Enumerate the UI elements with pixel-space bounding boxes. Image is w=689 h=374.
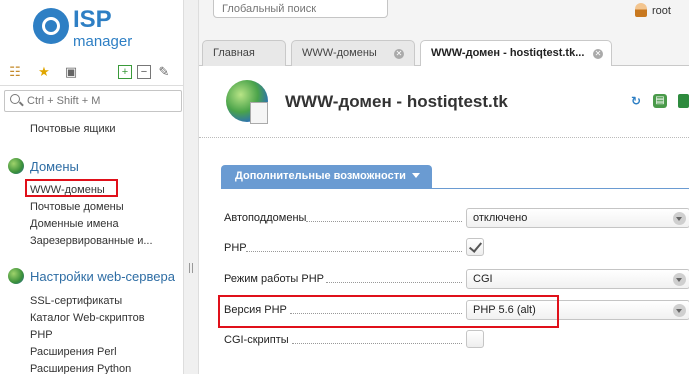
sidebar-item-mailboxes[interactable]: Почтовые ящики — [30, 123, 116, 135]
logo-product: manager — [73, 33, 133, 50]
user-menu[interactable]: root — [635, 3, 671, 17]
globe-icon — [8, 158, 24, 174]
php-mode-label: Режим работы PHP — [224, 273, 324, 285]
sidebar-item-domain-names[interactable]: Доменные имена — [30, 218, 119, 230]
dotted-leader — [246, 251, 462, 252]
sidebar-item-reserved[interactable]: Зарезервированные и... — [30, 235, 153, 247]
php-mode-select[interactable]: CGI — [466, 269, 689, 289]
autosubdomains-value: отключено — [473, 212, 528, 224]
menu-search-input[interactable] — [27, 94, 177, 108]
sidebar-item-ssl[interactable]: SSL-сертификаты — [30, 295, 122, 307]
dotted-leader — [326, 282, 462, 283]
user-name: root — [652, 5, 671, 17]
menu-search — [4, 90, 182, 112]
logo-icon — [33, 8, 69, 44]
sidebar-nav: Почтовые ящики Домены WWW-домены Почтовы… — [0, 118, 183, 374]
favorites-star-icon[interactable]: ★ — [37, 65, 51, 79]
chevron-down-icon — [673, 304, 686, 317]
collapse-all-icon[interactable]: − — [137, 65, 151, 79]
sidebar-splitter[interactable] — [183, 0, 199, 374]
row-autosubdomains: Автоподдомены отключено — [224, 208, 689, 230]
topbar: root — [199, 0, 689, 36]
selection-highlight — [25, 179, 118, 197]
sidebar-item-perl[interactable]: Расширения Perl — [30, 346, 117, 358]
autosubdomains-label: Автоподдомены — [224, 212, 307, 224]
pin-icon[interactable]: ✎ — [157, 65, 171, 79]
tab-www-domain-detail[interactable]: WWW-домен - hostiqtest.tk... ✕ — [420, 40, 612, 67]
cgi-label: CGI-скрипты — [224, 334, 289, 346]
sidebar-item-php[interactable]: PHP — [30, 329, 53, 341]
cgi-checkbox[interactable] — [466, 330, 484, 348]
row-php-mode: Режим работы PHP CGI — [224, 269, 689, 291]
php-checkbox[interactable] — [466, 238, 484, 256]
tab-www-domains[interactable]: WWW-домены ✕ — [291, 40, 415, 66]
autosubdomains-select[interactable]: отключено — [466, 208, 689, 228]
row-php: PHP — [224, 238, 689, 260]
logo[interactable]: ISP manager — [33, 6, 153, 50]
php-label: PHP — [224, 242, 247, 254]
search-icon — [10, 94, 20, 104]
dotted-leader — [292, 343, 462, 344]
global-search-input[interactable] — [222, 2, 382, 16]
app-window: ISP manager ☷ ★ ▣ + − ✎ Почтовые ящики Д… — [0, 0, 689, 374]
close-icon[interactable]: ✕ — [394, 49, 404, 59]
chevron-down-icon — [673, 212, 686, 225]
sidebar-group-label: Настройки web-сервера — [30, 269, 175, 284]
sidebar-item-mail-domains[interactable]: Почтовые домены — [30, 201, 124, 213]
hidden-row-top — [199, 126, 689, 138]
sidebar-item-python[interactable]: Расширения Python — [30, 363, 131, 374]
section-label: Дополнительные возможности — [235, 170, 406, 182]
briefcase-icon[interactable]: ▣ — [64, 65, 78, 79]
section-divider — [221, 188, 689, 189]
splitter-grip-icon — [189, 263, 193, 273]
refresh-icon[interactable]: ↻ — [629, 94, 643, 108]
sidebar-toolbar: ☷ ★ ▣ + − ✎ — [0, 58, 183, 86]
chevron-down-icon — [411, 173, 420, 178]
sidebar: ISP manager ☷ ★ ▣ + − ✎ Почтовые ящики Д… — [0, 0, 183, 374]
php-version-highlight — [218, 295, 559, 328]
tab-label: Главная — [213, 47, 255, 59]
global-search — [213, 0, 388, 18]
document-icon — [250, 102, 268, 124]
export-icon[interactable] — [678, 94, 689, 108]
row-cgi: CGI-скрипты — [224, 330, 689, 352]
globe-icon — [8, 268, 24, 284]
tree-view-icon[interactable]: ☷ — [8, 65, 22, 79]
page-title: WWW-домен - hostiqtest.tk — [285, 92, 508, 111]
tab-bar: Главная WWW-домены ✕ WWW-домен - hostiqt… — [199, 36, 689, 67]
dotted-leader — [306, 221, 462, 222]
print-icon[interactable]: ▤ — [653, 94, 667, 108]
sidebar-item-web-scripts[interactable]: Каталог Web-скриптов — [30, 312, 145, 324]
sidebar-group-label: Домены — [30, 159, 79, 174]
tab-label: WWW-домен - hostiqtest.tk... — [431, 47, 585, 59]
chevron-down-icon — [673, 273, 686, 286]
tab-label: WWW-домены — [302, 47, 377, 59]
sidebar-group-domains[interactable]: Домены — [8, 158, 79, 174]
php-mode-value: CGI — [473, 273, 493, 285]
close-icon[interactable]: ✕ — [593, 49, 603, 59]
tab-home[interactable]: Главная — [202, 40, 286, 66]
user-icon — [635, 3, 647, 17]
logo-brand: ISP — [73, 6, 112, 33]
section-additional-features[interactable]: Дополнительные возможности — [221, 165, 432, 189]
expand-all-icon[interactable]: + — [118, 65, 132, 79]
sidebar-group-webserver[interactable]: Настройки web-сервера — [8, 268, 175, 284]
main-panel: WWW-домен - hostiqtest.tk ↻ ▤ Дополнител… — [199, 66, 689, 374]
